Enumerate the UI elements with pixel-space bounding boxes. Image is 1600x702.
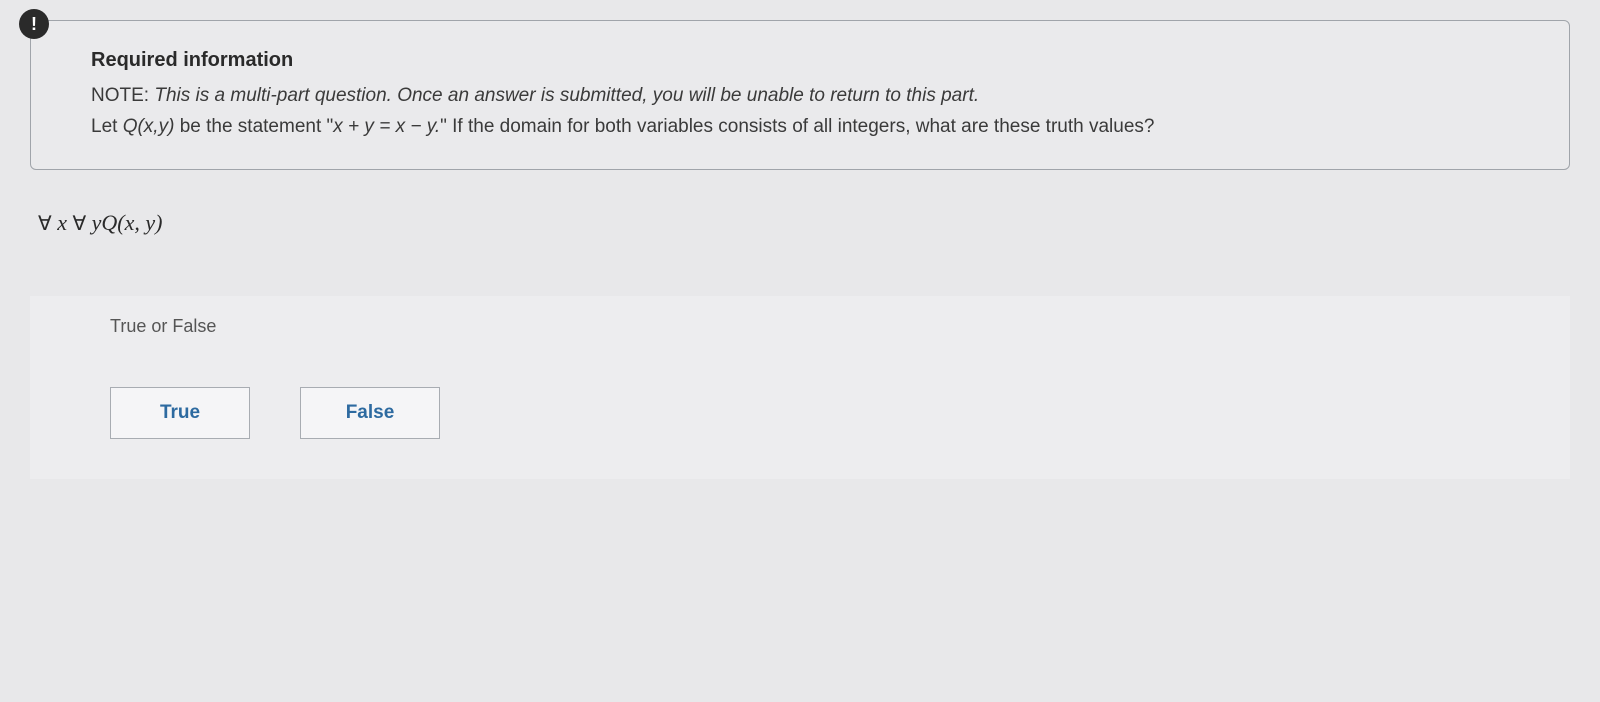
info-body-prefix: Let [91, 116, 123, 137]
forall-symbol-1: ∀ [38, 213, 52, 235]
question-qxy: Q(x, y) [101, 210, 162, 235]
info-note-text: This is a multi-part question. Once an a… [154, 85, 979, 106]
info-body-eq: x + y = x − y. [333, 116, 440, 137]
true-button[interactable]: True [110, 387, 250, 439]
answer-label: True or False [110, 316, 1530, 337]
info-note-label: NOTE: [91, 85, 154, 106]
question-x: x [52, 210, 73, 235]
answer-section: True or False True False [30, 296, 1570, 479]
false-button[interactable]: False [300, 387, 440, 439]
alert-icon-glyph: ! [31, 14, 37, 35]
info-heading: Required information [91, 49, 1529, 72]
button-row: True False [110, 387, 1530, 439]
question-stem: ∀ x ∀ yQ(x, y) [38, 210, 1570, 236]
info-body-suffix: " If the domain for both variables consi… [440, 116, 1154, 137]
alert-icon: ! [19, 9, 49, 39]
required-info-box: ! Required information NOTE: This is a m… [30, 20, 1570, 170]
info-note: NOTE: This is a multi-part question. Onc… [91, 82, 1529, 111]
question-y: y [86, 210, 101, 235]
info-body-qxy: Q(x,y) [123, 116, 175, 137]
info-body-mid1: be the statement " [174, 116, 333, 137]
info-body: Let Q(x,y) be the statement "x + y = x −… [91, 113, 1529, 142]
forall-symbol-2: ∀ [72, 213, 86, 235]
